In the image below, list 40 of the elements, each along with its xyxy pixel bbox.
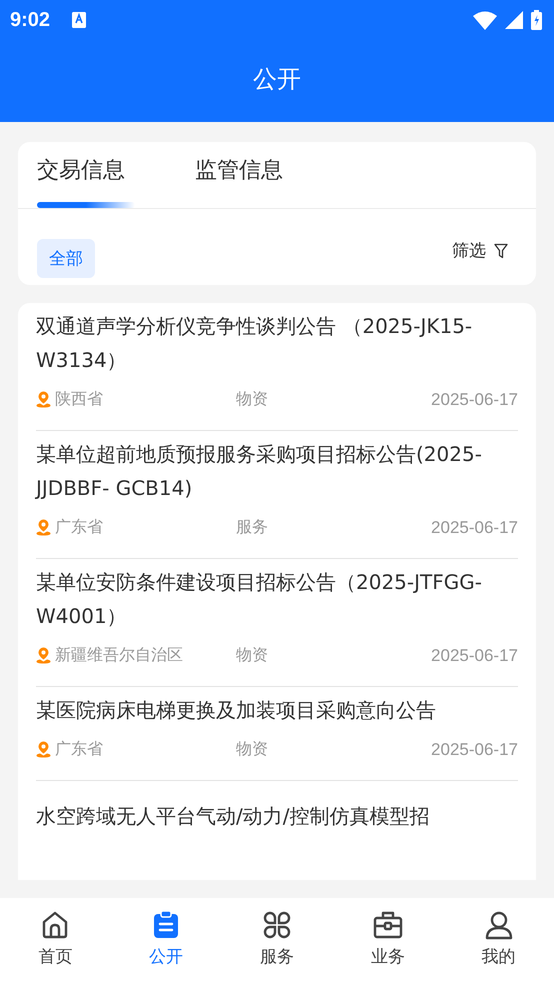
signal-icon bbox=[505, 11, 523, 29]
notice-title[interactable]: 某医院病床电梯更换及加装项目采购意向公告 bbox=[36, 693, 518, 727]
notification-icon bbox=[72, 12, 86, 28]
notice-title[interactable]: 某单位超前地质预报服务采购项目招标公告(2025-JJDBBF- GCB14) bbox=[36, 437, 518, 505]
nav-item[interactable]: 公开 bbox=[110, 898, 222, 985]
location-pin-icon bbox=[36, 647, 51, 664]
location-pin-icon bbox=[36, 519, 51, 536]
location-pin-icon bbox=[36, 741, 51, 758]
nav-item[interactable]: 首页 bbox=[0, 898, 111, 985]
notice-title[interactable]: 某单位安防条件建设项目招标公告（2025-JTFGG-W4001） bbox=[36, 565, 518, 633]
nav-item[interactable]: 我的 bbox=[443, 898, 554, 985]
wifi-icon bbox=[473, 10, 497, 30]
notice-region: 广东省 bbox=[55, 517, 103, 538]
notice-date: 2025-06-17 bbox=[431, 646, 518, 666]
nav-item[interactable]: 业务 bbox=[332, 898, 444, 985]
notice-title[interactable]: 水空跨域无人平台气动/动力/控制仿真模型招 bbox=[36, 799, 518, 833]
notice-category: 物资 bbox=[236, 645, 269, 666]
tab[interactable]: 交易信息 bbox=[37, 142, 135, 208]
battery-icon bbox=[531, 10, 542, 30]
toolbox-icon bbox=[372, 910, 403, 940]
nav-item[interactable]: 服务 bbox=[222, 898, 332, 985]
notice-title[interactable]: 双通道声学分析仪竞争性谈判公告 （2025-JK15-W3134） bbox=[36, 309, 518, 377]
notice-date: 2025-06-17 bbox=[431, 740, 518, 760]
filter-chip[interactable]: 全部 bbox=[37, 239, 95, 278]
notice-category: 物资 bbox=[236, 739, 269, 760]
notice-date: 2025-06-17 bbox=[431, 518, 518, 538]
grid-icon bbox=[262, 910, 292, 940]
notice-category: 物资 bbox=[236, 389, 269, 410]
person-icon bbox=[484, 910, 514, 940]
filter-button[interactable]: 筛选 bbox=[452, 239, 508, 262]
notice-region: 新疆维吾尔自治区 bbox=[55, 645, 183, 666]
tab[interactable]: 监管信息 bbox=[195, 142, 283, 208]
notice-region: 陕西省 bbox=[55, 389, 103, 410]
status-time: 9:02 bbox=[10, 8, 50, 32]
notice-region: 广东省 bbox=[55, 739, 103, 760]
filter-icon bbox=[494, 242, 508, 258]
page-title: 公开 bbox=[252, 64, 302, 95]
location-pin-icon bbox=[36, 391, 51, 408]
notice-date: 2025-06-17 bbox=[431, 390, 518, 410]
notice-category: 服务 bbox=[236, 517, 269, 538]
